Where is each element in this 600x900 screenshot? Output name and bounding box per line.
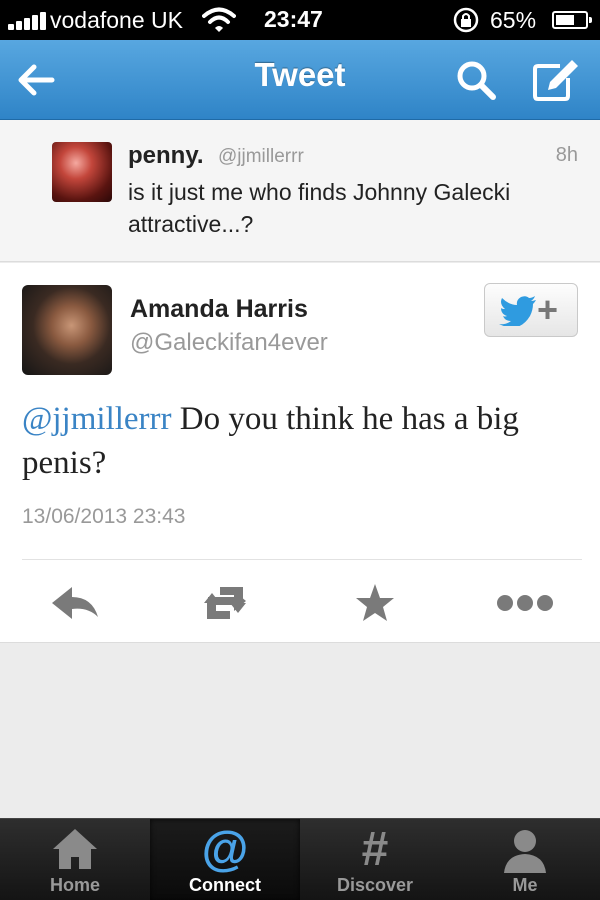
page-title: Tweet <box>254 56 346 93</box>
parent-tweet[interactable]: penny. @jjmillerrr 8h is it just me who … <box>0 120 600 262</box>
plus-icon: + <box>537 289 559 330</box>
tweet-timestamp: 13/06/2013 23:43 <box>22 505 186 528</box>
author-name: penny. <box>128 142 204 169</box>
retweet-icon[interactable] <box>196 581 254 625</box>
follow-button[interactable]: + <box>484 283 578 337</box>
tab-connect[interactable]: @ Connect <box>150 819 300 900</box>
tab-label: Connect <box>189 875 261 895</box>
carrier-name: vodafone UK <box>50 7 183 33</box>
reply-icon[interactable] <box>50 581 100 625</box>
author-handle[interactable]: @Galeckifan4ever <box>130 329 328 357</box>
home-icon <box>53 829 97 869</box>
tab-label: Discover <box>336 875 414 895</box>
tweet-text: is it just me who finds Johnny Galecki a… <box>128 179 511 237</box>
clock: 23:47 <box>264 6 323 32</box>
avatar[interactable] <box>52 142 112 202</box>
main-tweet: Amanda Harris @Galeckifan4ever + @jjmill… <box>0 263 600 643</box>
wifi-icon <box>202 7 236 32</box>
tab-label: Home <box>49 875 100 895</box>
battery-percentage: 65% <box>490 7 537 33</box>
tab-discover[interactable]: # Discover <box>300 819 450 900</box>
twitter-bird-icon <box>499 296 536 326</box>
tab-label: Me <box>512 875 538 895</box>
signal-strength-icon <box>8 10 48 30</box>
author-handle: @jjmillerrr <box>218 146 304 167</box>
more-icon[interactable] <box>496 581 554 625</box>
search-icon[interactable] <box>454 58 498 102</box>
battery-fill <box>556 15 574 25</box>
author-name[interactable]: Amanda Harris <box>130 295 308 324</box>
divider <box>22 559 582 560</box>
tweet-text: @jjmillerrr Do you think he has a big pe… <box>22 397 582 485</box>
hash-icon: # <box>361 823 389 876</box>
at-icon: @ <box>201 823 249 876</box>
favorite-icon[interactable] <box>354 581 396 625</box>
compose-icon[interactable] <box>530 56 580 104</box>
battery-icon <box>552 11 592 29</box>
person-icon <box>504 830 546 873</box>
mention-link[interactable]: @jjmillerrr <box>22 401 172 437</box>
tweet-age: 8h <box>555 144 578 166</box>
nav-bar: Tweet <box>0 40 600 120</box>
rotation-lock-icon <box>453 7 479 33</box>
tab-home[interactable]: Home <box>0 819 150 900</box>
tab-me[interactable]: Me <box>450 819 600 900</box>
tab-bar: Home @ Connect # Discover Me <box>0 818 600 900</box>
status-bar: vodafone UK 23:47 65% <box>0 0 600 40</box>
avatar[interactable] <box>22 285 112 375</box>
